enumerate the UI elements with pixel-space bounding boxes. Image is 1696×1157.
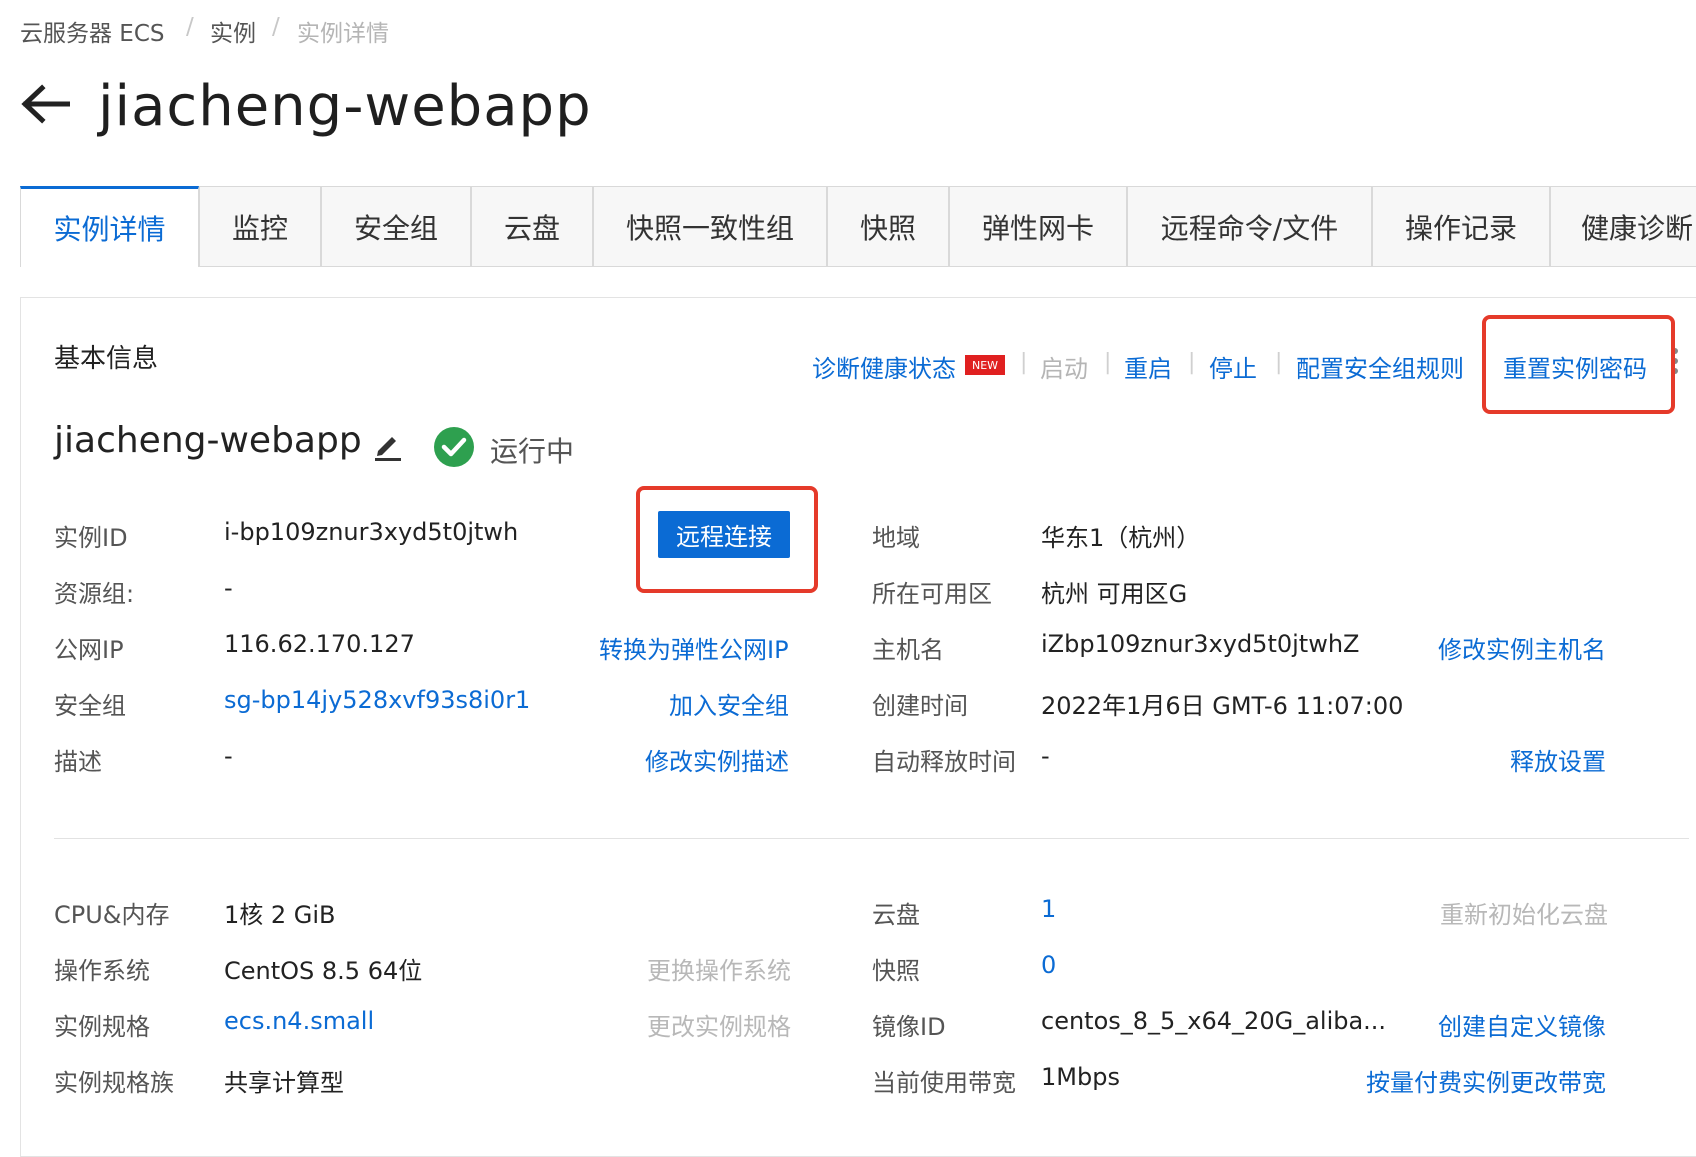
- spec-label-instance-type: 实例规格: [54, 1013, 150, 1041]
- stop-button[interactable]: 停止: [1209, 349, 1257, 384]
- breadcrumb-separator: /: [272, 14, 280, 40]
- page-title: jiacheng-webapp: [98, 74, 592, 139]
- start-button[interactable]: 启动: [1040, 349, 1088, 384]
- tab-snapshot-consistency-group[interactable]: 快照一致性组: [593, 186, 827, 266]
- convert-eip-link[interactable]: 转换为弹性公网IP: [599, 630, 789, 665]
- change-bandwidth-link[interactable]: 按量付费实例更改带宽: [1366, 1063, 1606, 1098]
- running-check-icon: [433, 426, 475, 468]
- public-ip-value: 116.62.170.127: [224, 630, 415, 658]
- new-badge: NEW: [965, 355, 1005, 375]
- info-label-description: 描述: [54, 748, 102, 776]
- resource-group-value: -: [224, 574, 233, 602]
- tab-monitoring[interactable]: 监控: [199, 186, 321, 266]
- info-label-public-ip: 公网IP: [54, 636, 124, 664]
- spec-label-image-id: 镜像ID: [872, 1013, 946, 1041]
- highlight-reset-password: [1482, 315, 1675, 414]
- tab-cloud-disk[interactable]: 云盘: [471, 186, 593, 266]
- breadcrumb-instances[interactable]: 实例: [210, 14, 256, 48]
- info-label-instance-id: 实例ID: [54, 524, 128, 552]
- change-os-link[interactable]: 更换操作系统: [647, 951, 791, 986]
- action-divider: |: [1104, 350, 1112, 375]
- security-group-link[interactable]: sg-bp14jy528xvf93s8i0r1: [224, 686, 530, 714]
- breadcrumb-current: 实例详情: [297, 21, 389, 47]
- os-value: CentOS 8.5 64位: [224, 957, 423, 985]
- spec-label-snapshot: 快照: [872, 957, 920, 985]
- info-label-resource-group: 资源组:: [54, 580, 135, 608]
- action-divider: |: [1188, 350, 1196, 375]
- spec-label-cpu-memory: CPU&内存: [54, 901, 170, 929]
- info-label-auto-release: 自动释放时间: [872, 748, 1016, 776]
- tab-operation-log[interactable]: 操作记录: [1372, 186, 1550, 266]
- info-label-security-group: 安全组: [54, 692, 126, 720]
- snapshot-count-link[interactable]: 0: [1041, 951, 1056, 979]
- spec-label-instance-family: 实例规格族: [54, 1069, 174, 1097]
- spec-label-bandwidth: 当前使用带宽: [872, 1069, 1016, 1097]
- tab-snapshot[interactable]: 快照: [827, 186, 949, 266]
- info-label-region: 地域: [872, 524, 920, 552]
- create-custom-image-link[interactable]: 创建自定义镜像: [1438, 1007, 1606, 1042]
- created-time-value: 2022年1月6日 GMT-6 11:07:00: [1041, 692, 1404, 720]
- region-value: 华东1（杭州）: [1041, 524, 1201, 552]
- tab-bar: 实例详情 监控 安全组 云盘 快照一致性组 快照 弹性网卡 远程命令/文件 操作…: [20, 186, 1696, 267]
- info-label-hostname: 主机名: [872, 636, 944, 664]
- release-settings-link[interactable]: 释放设置: [1510, 742, 1606, 777]
- instance-name: jiacheng-webapp: [54, 420, 362, 461]
- instance-type-link[interactable]: ecs.n4.small: [224, 1007, 374, 1035]
- restart-button[interactable]: 重启: [1124, 349, 1172, 384]
- zone-value: 杭州 可用区G: [1041, 580, 1188, 608]
- modify-description-link[interactable]: 修改实例描述: [645, 742, 789, 777]
- cpu-memory-value: 1核 2 GiB: [224, 901, 336, 929]
- action-divider: |: [1020, 350, 1028, 375]
- tab-instance-details[interactable]: 实例详情: [20, 186, 199, 267]
- status-text: 运行中: [490, 435, 575, 468]
- tab-eni[interactable]: 弹性网卡: [949, 186, 1127, 266]
- spec-label-os: 操作系统: [54, 957, 150, 985]
- breadcrumb-ecs[interactable]: 云服务器 ECS: [20, 14, 165, 48]
- reinit-disk-link[interactable]: 重新初始化云盘: [1440, 895, 1608, 930]
- auto-release-value: -: [1041, 742, 1050, 770]
- diagnose-health-link[interactable]: 诊断健康状态: [812, 349, 956, 384]
- modify-hostname-link[interactable]: 修改实例主机名: [1438, 630, 1606, 665]
- highlight-remote-connect: [636, 486, 818, 593]
- instance-family-value: 共享计算型: [224, 1069, 344, 1097]
- description-value: -: [224, 742, 233, 770]
- back-arrow-icon[interactable]: [20, 84, 71, 124]
- tab-health-diagnosis[interactable]: 健康诊断: [1550, 186, 1696, 266]
- join-security-group-link[interactable]: 加入安全组: [669, 686, 789, 721]
- tab-security-group[interactable]: 安全组: [321, 186, 471, 266]
- info-label-created-time: 创建时间: [872, 692, 968, 720]
- section-divider: [54, 838, 1689, 839]
- change-instance-type-link[interactable]: 更改实例规格: [647, 1007, 791, 1042]
- section-title: 基本信息: [54, 344, 159, 374]
- cloud-disk-count-link[interactable]: 1: [1041, 895, 1056, 923]
- tab-remote-command[interactable]: 远程命令/文件: [1127, 186, 1372, 266]
- configure-sg-rules-link[interactable]: 配置安全组规则: [1296, 349, 1464, 384]
- instance-id-value: i-bp109znur3xyd5t0jtwh: [224, 518, 519, 546]
- bandwidth-value: 1Mbps: [1041, 1063, 1120, 1091]
- spec-label-cloud-disk: 云盘: [872, 901, 920, 929]
- hostname-value: iZbp109znur3xyd5t0jtwhZ: [1041, 630, 1360, 658]
- image-id-value: centos_8_5_x64_20G_aliba...: [1041, 1007, 1387, 1035]
- action-divider: |: [1275, 350, 1283, 375]
- info-label-zone: 所在可用区: [872, 580, 992, 608]
- edit-pencil-icon[interactable]: [370, 428, 404, 462]
- breadcrumb-separator: /: [186, 14, 194, 40]
